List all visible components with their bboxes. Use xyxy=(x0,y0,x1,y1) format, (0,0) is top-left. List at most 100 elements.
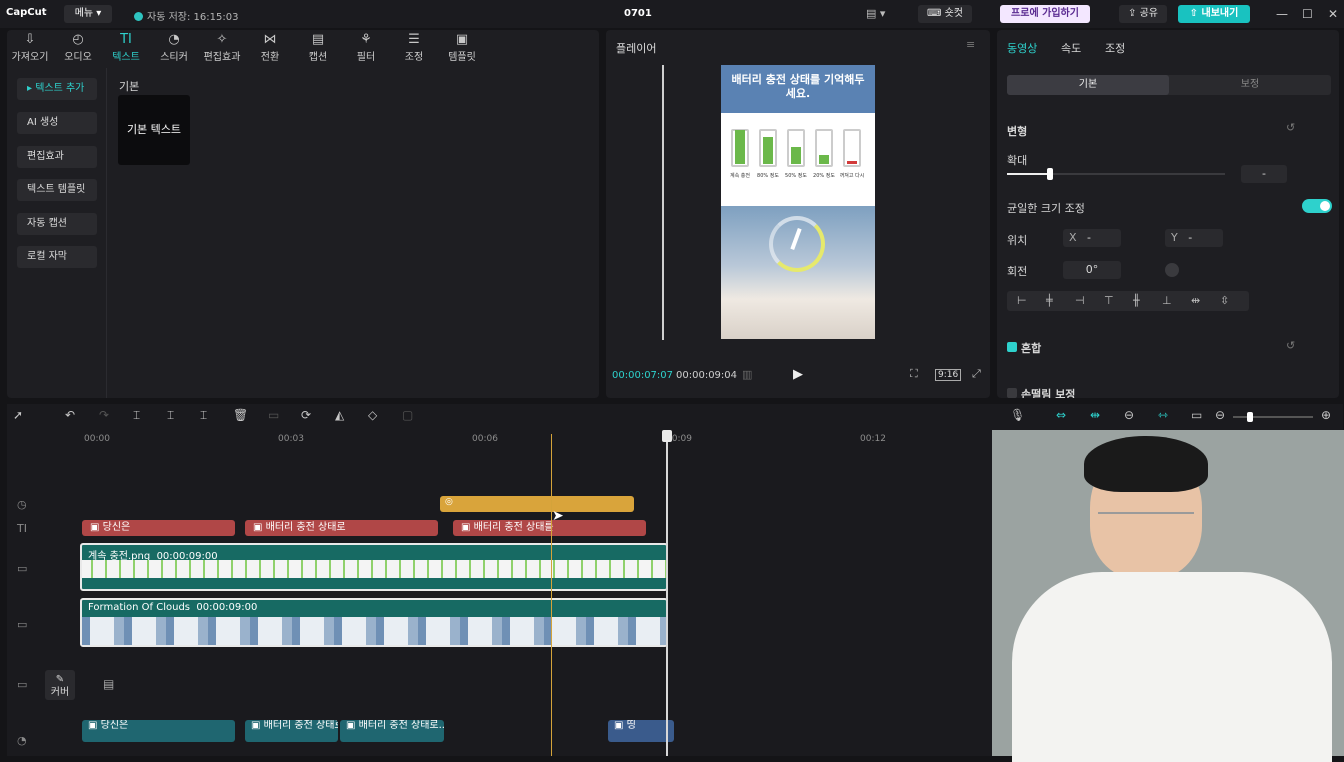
subtab-correction[interactable]: 보정 xyxy=(1169,75,1331,95)
timeline-tool-icon[interactable]: ⟳ xyxy=(301,408,311,422)
tool-filter[interactable]: ⚘ 필터 xyxy=(343,32,389,63)
menu-button[interactable]: 메뉴 ▾ xyxy=(64,5,112,23)
caption-icon: ▤ xyxy=(311,32,325,47)
timeline-tool-icon[interactable]: ◇ xyxy=(368,408,377,422)
tool-effects[interactable]: ✧ 편집효과 xyxy=(199,32,245,63)
mouse-cursor-icon: ➤ xyxy=(552,508,564,524)
timeline-tool-icon[interactable]: ▭ xyxy=(1191,408,1202,422)
align-icon[interactable]: ⇳ xyxy=(1220,294,1229,307)
cover-image-icon[interactable]: ▤ xyxy=(103,677,114,691)
stabilize-checkbox[interactable] xyxy=(1007,388,1017,398)
blend-checkbox[interactable] xyxy=(1007,342,1017,352)
play-icon[interactable]: ▶ xyxy=(793,367,803,382)
position-x-input[interactable]: X - xyxy=(1063,229,1121,247)
scale-slider-handle[interactable] xyxy=(1047,168,1053,180)
close-icon[interactable]: ✕ xyxy=(1328,7,1338,21)
pro-signup-button[interactable]: 프로에 가입하기 xyxy=(1000,5,1090,23)
player-menu-icon[interactable]: ≡ xyxy=(966,38,975,51)
audio-clip[interactable]: ▣ 당신은 xyxy=(82,720,235,742)
tool-transition[interactable]: ⋈ 전환 xyxy=(247,32,293,63)
position-y-input[interactable]: Y - xyxy=(1165,229,1223,247)
text-clip[interactable]: ▣ 배터리 충전 상태를 xyxy=(453,520,646,536)
sidebar-item-add-text[interactable]: ▸ 텍스트 추가 xyxy=(17,78,97,100)
cover-button[interactable]: ✎ 커버 xyxy=(45,670,75,700)
uniform-scale-toggle[interactable] xyxy=(1302,199,1332,213)
timeline-tool-icon[interactable]: ◭ xyxy=(335,408,344,422)
timeline-tool-icon[interactable]: ⌶ xyxy=(167,408,174,423)
align-icon[interactable]: ⊤ xyxy=(1104,294,1114,307)
text-icon: TI xyxy=(120,32,132,47)
rotation-dial-icon[interactable] xyxy=(1165,263,1179,277)
default-text-card[interactable]: 기본 텍스트 xyxy=(118,95,190,165)
zoom-slider[interactable] xyxy=(1233,412,1313,422)
text-clip[interactable]: ▣ 배터리 충전 상태로 xyxy=(245,520,438,536)
timeline-tool-icon[interactable]: 🎙 xyxy=(1010,408,1025,422)
audio-clip[interactable]: ▣ 배터리 충전 상태로... xyxy=(340,720,444,742)
timeline-tool-icon[interactable]: ↶ xyxy=(65,408,75,422)
tab-video[interactable]: 동영상 xyxy=(1007,40,1037,56)
tool-sticker[interactable]: ◔ 스티커 xyxy=(151,32,197,63)
video-preview[interactable]: 배터리 충전 상태를 기억해두세요. 계속 충전 80% 정도 50% 정도 20% … xyxy=(721,65,875,339)
playhead[interactable] xyxy=(666,434,668,756)
align-icon[interactable]: ⊣ xyxy=(1075,294,1085,307)
fullscreen-icon[interactable]: ⤢ xyxy=(972,367,981,381)
list-icon[interactable]: ▥ xyxy=(742,368,752,381)
tool-audio[interactable]: ◴ 오디오 xyxy=(55,32,101,63)
ratio-button[interactable]: 9:16 xyxy=(935,369,962,381)
fit-icon[interactable]: ⛶ xyxy=(910,367,918,381)
tab-speed[interactable]: 속도 xyxy=(1061,40,1081,56)
tool-caption[interactable]: ▤ 캡션 xyxy=(295,32,341,63)
timeline-tool-icon[interactable]: 🗑 xyxy=(233,408,248,422)
playhead-handle[interactable] xyxy=(662,430,672,442)
layout-icon[interactable]: ▤ ▾ xyxy=(866,7,885,20)
minimize-icon[interactable]: — xyxy=(1276,7,1288,21)
align-icon[interactable]: ╪ xyxy=(1046,294,1053,307)
timeline-tool-icon[interactable]: ⇹ xyxy=(1090,408,1100,422)
scale-slider[interactable] xyxy=(1007,168,1225,180)
sidebar-item-ai[interactable]: AI 생성 xyxy=(17,112,97,134)
maximize-icon[interactable]: ☐ xyxy=(1302,7,1313,21)
align-icon[interactable]: ⊥ xyxy=(1162,294,1172,307)
align-icon[interactable]: ⊢ xyxy=(1017,294,1027,307)
shortcut-button[interactable]: ⌨ 숏컷 xyxy=(918,5,972,23)
scale-input[interactable]: - xyxy=(1241,165,1287,183)
tool-label: 템플릿 xyxy=(448,52,476,63)
timeline-tool-icon[interactable]: ⊖ xyxy=(1215,408,1225,422)
audio-clip[interactable]: ▣ 배터리 충전 상태로 xyxy=(245,720,338,742)
export-button[interactable]: ⇧ 내보내기 xyxy=(1178,5,1250,23)
share-button[interactable]: ⇪ 공유 xyxy=(1119,5,1167,23)
timeline-tool-icon[interactable]: ➚ xyxy=(13,408,23,422)
timeline-tool-icon[interactable]: ⌶ xyxy=(133,408,140,423)
timeline-tool-icon[interactable]: ⇔ xyxy=(1056,408,1066,422)
timeline-tool-icon[interactable]: ⊖ xyxy=(1124,408,1134,422)
tool-adjust[interactable]: ☰ 조정 xyxy=(391,32,437,63)
tool-import[interactable]: ⇩ 가져오기 xyxy=(7,32,53,63)
tool-template[interactable]: ▣ 템플릿 xyxy=(439,32,485,63)
sidebar-item-template[interactable]: 텍스트 템플릿 xyxy=(17,179,97,201)
effect-clip[interactable]: ◎ xyxy=(440,496,634,512)
timeline-tool-icon[interactable]: ⌶ xyxy=(200,408,207,423)
text-clip[interactable]: ▣ 당신은 xyxy=(82,520,235,536)
timeline-tool-icon[interactable]: ↷ xyxy=(99,408,109,422)
timeline-tool-icon[interactable]: ⇿ xyxy=(1158,408,1168,422)
timeline-tool-icon[interactable]: ⊕ xyxy=(1321,408,1331,422)
timeline-tool-icon[interactable]: ▢ xyxy=(402,408,413,422)
video-clip-clouds[interactable]: Formation Of Clouds 00:00:09:00 xyxy=(80,598,668,647)
sidebar-item-effects[interactable]: 편집효과 xyxy=(17,146,97,168)
presenter-hair xyxy=(1084,436,1208,492)
align-icon[interactable]: ⇹ xyxy=(1191,294,1200,307)
blend-reset-icon[interactable]: ↺ xyxy=(1286,339,1295,352)
timeline-tool-icon[interactable]: ▭ xyxy=(268,408,279,422)
tool-text[interactable]: TI 텍스트 xyxy=(103,32,149,63)
video-clip-battery[interactable]: 계속 충전.png 00:00:09:00 xyxy=(80,543,668,591)
sidebar-item-autocaption[interactable]: 자동 캡션 xyxy=(17,213,97,235)
audio-clip[interactable]: ▣ 띵 xyxy=(608,720,674,742)
rotation-input[interactable]: 0° xyxy=(1063,261,1121,279)
zoom-slider-handle[interactable] xyxy=(1247,412,1253,422)
sidebar-item-local-subtitle[interactable]: 로컬 자막 xyxy=(17,246,97,268)
transform-title: 변형 xyxy=(1007,125,1028,138)
align-icon[interactable]: ╫ xyxy=(1133,294,1140,307)
reset-icon[interactable]: ↺ xyxy=(1286,121,1295,134)
tab-adjust[interactable]: 조정 xyxy=(1105,40,1125,56)
subtab-basic[interactable]: 기본 xyxy=(1007,75,1169,95)
